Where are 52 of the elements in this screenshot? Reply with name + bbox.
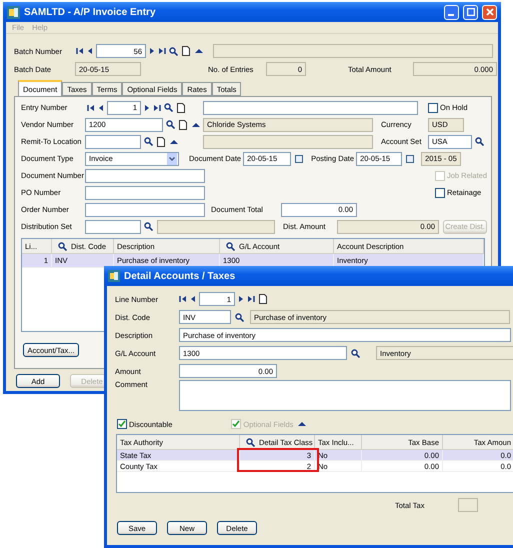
search-icon[interactable] xyxy=(164,103,173,112)
next-record-icon[interactable] xyxy=(148,46,156,56)
window-title: Detail Accounts / Taxes xyxy=(124,270,236,282)
checkbox[interactable] xyxy=(117,419,127,429)
drilldown-icon[interactable] xyxy=(192,122,200,128)
search-icon[interactable] xyxy=(246,438,255,446)
order-number-field[interactable] xyxy=(85,202,205,216)
checkbox[interactable] xyxy=(435,188,445,198)
app-icon xyxy=(7,6,20,18)
po-number-field[interactable] xyxy=(85,186,205,200)
search-icon[interactable] xyxy=(58,242,67,250)
first-record-icon[interactable] xyxy=(76,46,84,56)
next-record-icon[interactable] xyxy=(237,294,245,304)
total-tax-field xyxy=(458,498,478,512)
new-document-icon[interactable] xyxy=(259,294,267,304)
remit-to-field[interactable] xyxy=(85,134,141,148)
search-icon[interactable] xyxy=(235,312,244,322)
previous-record-icon[interactable] xyxy=(97,102,105,112)
first-record-icon[interactable] xyxy=(179,294,187,304)
drilldown-icon[interactable] xyxy=(195,48,203,54)
last-record-icon[interactable] xyxy=(247,294,255,304)
calendar-icon[interactable] xyxy=(295,154,304,162)
search-icon[interactable] xyxy=(169,46,178,56)
search-icon[interactable] xyxy=(475,137,484,146)
drilldown-icon[interactable] xyxy=(298,421,306,427)
window-title: SAMLTD - A/P Invoice Entry xyxy=(24,6,156,18)
last-record-icon[interactable] xyxy=(158,46,166,56)
comment-field[interactable] xyxy=(179,380,511,411)
maximize-button[interactable] xyxy=(463,4,478,20)
entry-description-field[interactable] xyxy=(203,100,418,114)
search-icon[interactable] xyxy=(166,120,175,129)
drilldown-icon[interactable] xyxy=(170,138,178,144)
search-icon[interactable] xyxy=(226,242,235,250)
checkbox[interactable] xyxy=(428,102,438,112)
minimize-button[interactable] xyxy=(444,4,459,20)
distribution-set-field[interactable] xyxy=(85,220,141,234)
new-document-icon[interactable] xyxy=(182,46,190,56)
app-icon xyxy=(108,270,120,282)
search-icon[interactable] xyxy=(144,137,153,146)
previous-record-icon[interactable] xyxy=(189,294,197,304)
close-button[interactable] xyxy=(482,4,497,20)
calendar-icon[interactable] xyxy=(406,154,414,162)
previous-record-icon[interactable] xyxy=(86,46,94,56)
document-number-field[interactable] xyxy=(85,168,205,182)
search-icon[interactable] xyxy=(144,222,153,231)
maximize-icon xyxy=(466,8,474,16)
next-record-icon[interactable] xyxy=(143,102,151,112)
first-record-icon[interactable] xyxy=(87,102,95,112)
close-icon xyxy=(486,8,494,16)
search-icon[interactable] xyxy=(351,348,360,358)
last-record-icon[interactable] xyxy=(153,102,161,112)
new-document-icon[interactable] xyxy=(157,136,165,146)
